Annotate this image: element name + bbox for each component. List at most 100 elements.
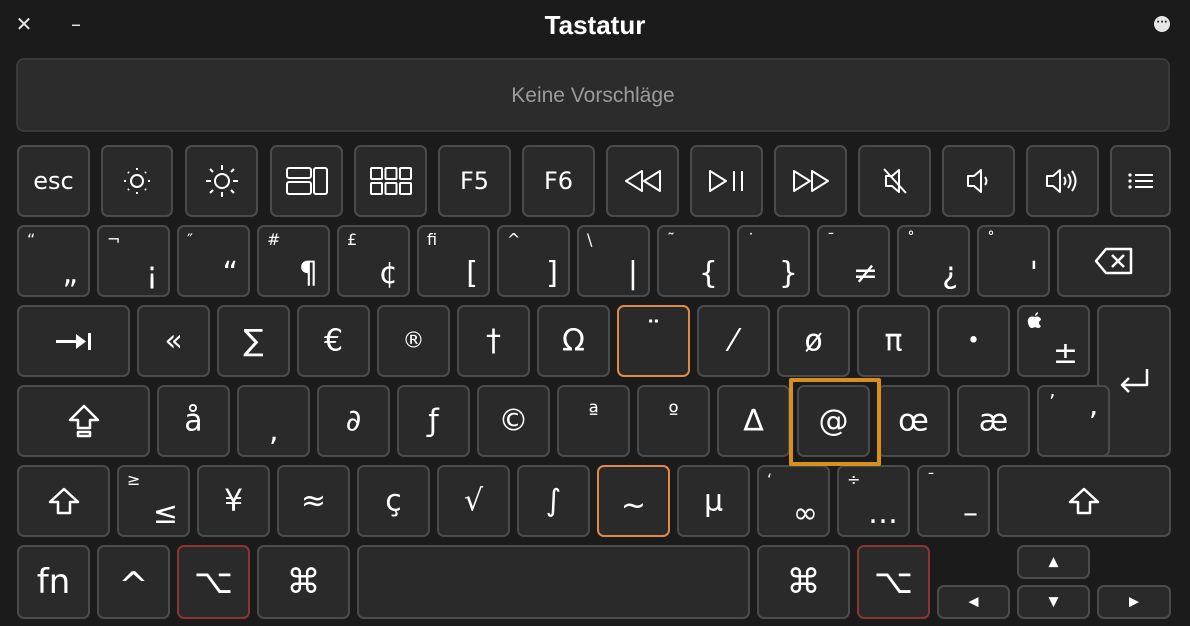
key-p[interactable]: π xyxy=(857,305,930,377)
key-x[interactable]: ≈ xyxy=(277,465,350,537)
rewind-icon xyxy=(624,170,661,192)
key-v[interactable]: √ xyxy=(437,465,510,537)
key-command-right[interactable]: ⌘ xyxy=(757,545,850,619)
list-icon xyxy=(1127,173,1153,189)
delete-backspace-icon xyxy=(1094,247,1133,275)
key-fn[interactable]: fn xyxy=(17,545,90,619)
key-row2-5[interactable]: £ ¢ xyxy=(337,225,410,297)
suggestions-bar: Keine Vorschläge xyxy=(16,58,1170,132)
key-mission-control[interactable] xyxy=(270,145,343,217)
key-q[interactable]: « xyxy=(137,305,210,377)
brightness-high-icon xyxy=(205,165,238,197)
key-r[interactable]: ® xyxy=(377,305,450,377)
tab-arrow-icon xyxy=(55,333,91,350)
key-volume-down[interactable] xyxy=(942,145,1015,217)
key-f5[interactable]: F5 xyxy=(438,145,511,217)
key-mute[interactable] xyxy=(858,145,931,217)
key-period[interactable]: ÷… xyxy=(837,465,910,537)
key-row2-12[interactable]: ˚ ¿ xyxy=(897,225,970,297)
key-command-left[interactable]: ⌘ xyxy=(257,545,350,619)
more-options-icon[interactable]: ··· xyxy=(1154,16,1170,32)
key-fast-forward[interactable] xyxy=(774,145,847,217)
shift-icon xyxy=(48,487,79,515)
key-u-dead[interactable]: ¨ xyxy=(617,305,690,377)
key-t[interactable]: † xyxy=(457,305,530,377)
key-f[interactable]: ƒ xyxy=(397,385,470,457)
mission-control-icon xyxy=(285,167,328,195)
key-a[interactable]: å xyxy=(157,385,230,457)
key-list[interactable] xyxy=(1110,145,1171,217)
key-e[interactable]: € xyxy=(297,305,370,377)
key-w[interactable]: ∑ xyxy=(217,305,290,377)
key-caps-lock[interactable] xyxy=(17,385,150,457)
key-tab[interactable] xyxy=(17,305,130,377)
key-row2-7[interactable]: ^] xyxy=(497,225,570,297)
key-row2-6[interactable]: ﬁ[ xyxy=(417,225,490,297)
key-esc[interactable]: esc xyxy=(17,145,90,217)
keyboard-viewer-window: ✕ – Tastatur ··· Keine Vorschläge esc F5… xyxy=(0,0,1190,626)
key-arrow-right[interactable]: ▶ xyxy=(1097,585,1171,619)
key-y-yen[interactable]: ¥ xyxy=(197,465,270,537)
key-row2-1[interactable]: “„ xyxy=(17,225,90,297)
key-brightness-down[interactable] xyxy=(101,145,173,217)
key-row2-3[interactable]: ″ “ xyxy=(177,225,250,297)
key-o[interactable]: ø xyxy=(777,305,850,377)
key-minus[interactable]: ¯ – xyxy=(917,465,990,537)
key-row2-9[interactable]: ˜{ xyxy=(657,225,730,297)
key-f6[interactable]: F6 xyxy=(522,145,595,217)
key-row2-11[interactable]: ¯ ≠ xyxy=(817,225,890,297)
key-option-left[interactable]: ⌥ xyxy=(177,545,250,619)
key-ae[interactable]: æ xyxy=(957,385,1030,457)
key-control[interactable]: ^ xyxy=(97,545,170,619)
key-comma[interactable]: ‘∞ xyxy=(757,465,830,537)
key-d[interactable]: ∂ xyxy=(317,385,390,457)
speaker-mute-icon xyxy=(882,168,907,194)
speaker-high-icon xyxy=(1045,169,1076,193)
return-arrow-icon xyxy=(1120,369,1149,393)
key-brightness-up[interactable] xyxy=(185,145,258,217)
key-launchpad[interactable] xyxy=(354,145,427,217)
key-y[interactable]: Ω xyxy=(537,305,610,377)
key-hash[interactable]: ’’ xyxy=(1037,385,1110,457)
key-i[interactable]: ⁄ xyxy=(697,305,770,377)
caps-lock-icon xyxy=(68,404,99,438)
key-oe[interactable]: œ xyxy=(877,385,950,457)
key-row2-10[interactable]: ˙} xyxy=(737,225,810,297)
key-plus[interactable]: ± xyxy=(1017,305,1090,377)
key-angle[interactable]: ≥ ≤ xyxy=(117,465,190,537)
key-row2-2[interactable]: ¬ ¡ xyxy=(97,225,170,297)
brightness-low-icon xyxy=(124,168,150,194)
key-b[interactable]: ∫ xyxy=(517,465,590,537)
key-play-pause[interactable] xyxy=(690,145,763,217)
key-option-right[interactable]: ⌥ xyxy=(857,545,930,619)
key-shift-left[interactable] xyxy=(17,465,110,537)
key-row2-4[interactable]: # ¶ xyxy=(257,225,330,297)
apple-logo-icon xyxy=(1027,311,1043,333)
key-k[interactable]: ∆ xyxy=(717,385,790,457)
window-title: Tastatur xyxy=(544,10,646,40)
key-delete[interactable] xyxy=(1057,225,1171,297)
key-row2-8[interactable]: \ | xyxy=(577,225,650,297)
key-bracket[interactable]: • xyxy=(937,305,1010,377)
speaker-low-icon xyxy=(966,169,987,193)
key-l-at[interactable]: @ xyxy=(797,385,870,457)
key-row2-13[interactable]: ˚ ' xyxy=(977,225,1050,297)
key-arrow-left[interactable]: ◀ xyxy=(937,585,1010,619)
title-bar: ✕ – Tastatur ··· xyxy=(0,0,1190,52)
suggestions-text: Keine Vorschläge xyxy=(511,84,675,107)
key-shift-right[interactable] xyxy=(997,465,1171,537)
key-arrow-down[interactable]: ▼ xyxy=(1017,585,1090,619)
shift-icon xyxy=(1068,487,1100,515)
play-pause-icon xyxy=(708,170,743,192)
key-j[interactable]: º xyxy=(637,385,710,457)
key-g[interactable]: © xyxy=(477,385,550,457)
key-volume-up[interactable] xyxy=(1026,145,1099,217)
key-space[interactable] xyxy=(357,545,750,619)
key-m[interactable]: µ xyxy=(677,465,750,537)
key-s[interactable]: ‚ xyxy=(237,385,310,457)
key-c[interactable]: ç xyxy=(357,465,430,537)
key-h[interactable]: ª xyxy=(557,385,630,457)
key-n-dead[interactable]: ~ xyxy=(597,465,670,537)
key-rewind[interactable] xyxy=(606,145,679,217)
key-arrow-up[interactable]: ▲ xyxy=(1017,545,1090,579)
